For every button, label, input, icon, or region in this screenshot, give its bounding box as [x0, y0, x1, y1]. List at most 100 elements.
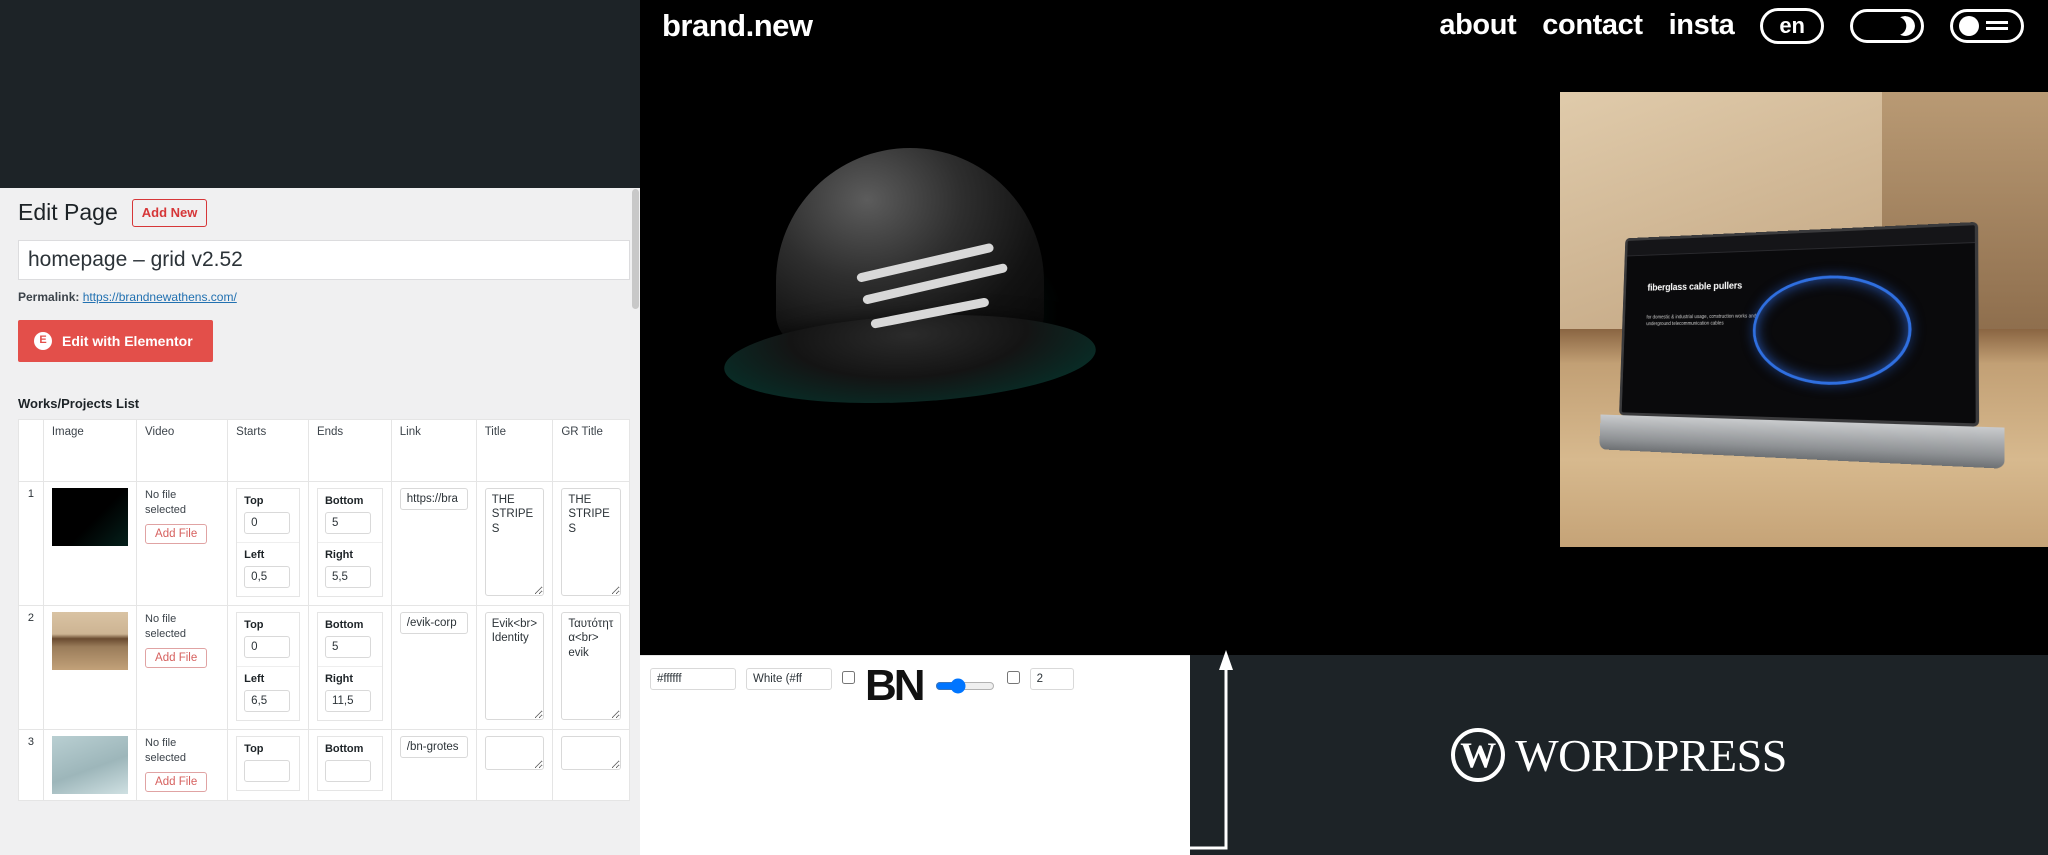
label-bottom: Bottom [324, 494, 364, 507]
column-header-ends: Ends [307, 418, 392, 482]
column-header-link: Link [390, 418, 477, 482]
image-thumbnail[interactable] [51, 487, 128, 546]
ends-bottom-input[interactable] [324, 635, 371, 658]
row-video-cell[interactable]: No file selected Add File [136, 728, 229, 801]
site-logo[interactable]: brand.new [662, 8, 813, 44]
option-b-checkbox[interactable] [1006, 671, 1020, 684]
starts-left-input[interactable] [244, 565, 291, 588]
row-title-cell: THE STRIPES [475, 480, 554, 606]
add-file-button[interactable]: Add File [145, 771, 208, 792]
quantity-field [1029, 668, 1074, 690]
starts-left-input[interactable] [244, 689, 291, 712]
option-a-checkbox[interactable] [842, 671, 855, 684]
add-file-button[interactable]: Add File [145, 647, 208, 668]
starts-top-input[interactable] [244, 759, 291, 782]
laptop-screen-body: for domestic & industrial usage, constru… [1646, 313, 1757, 327]
starts-top-input[interactable] [244, 511, 291, 534]
row-ends-cell: Bottom [307, 728, 392, 801]
title-textarea[interactable] [484, 735, 545, 770]
starts-top-input[interactable] [244, 635, 291, 658]
gr-title-textarea[interactable] [561, 735, 621, 770]
link-input[interactable] [399, 735, 468, 758]
wordpress-wordmark: WORDPRESS [1515, 729, 1787, 781]
admin-scrollbar-thumb[interactable] [632, 189, 639, 309]
ends-right-input[interactable] [324, 689, 371, 712]
page-title: Edit Page [18, 199, 118, 225]
permalink-row: Permalink: https://brandnewathens.com/ [18, 290, 630, 304]
permalink-link[interactable]: https://brandnewathens.com/ [83, 290, 237, 304]
nav-link-contact[interactable]: contact [1542, 9, 1643, 42]
label-right: Right [324, 672, 354, 685]
nav-link-about[interactable]: about [1439, 9, 1516, 42]
no-file-text: No file selected [145, 488, 187, 516]
ends-right-field: Right [318, 667, 382, 720]
color-name-input[interactable] [746, 668, 832, 690]
image-thumbnail[interactable] [51, 611, 128, 670]
edit-with-elementor-button[interactable]: E Edit with Elementor [18, 319, 213, 362]
row-video-cell[interactable]: No file selected Add File [136, 604, 229, 730]
row-image-cell[interactable] [42, 480, 138, 606]
nav-link-insta[interactable]: insta [1669, 9, 1735, 42]
row-starts-cell: Top [227, 728, 309, 801]
post-title-input[interactable] [18, 239, 630, 280]
column-header-image: Image [42, 418, 138, 482]
table-row[interactable]: 2 No file selected Add File Top 0 Left 6… [18, 604, 630, 730]
title-textarea[interactable]: Evik<br> Identity [484, 611, 545, 720]
checkbox-b-field [1006, 668, 1020, 689]
color-hex-input[interactable] [650, 668, 736, 690]
table-row[interactable]: 1 No file selected Add File Top 0 Left 0… [18, 480, 630, 606]
no-file-text: No file selected [145, 736, 187, 764]
color-hex-field [650, 668, 736, 690]
moon-icon [1895, 15, 1915, 36]
starts-top-field: Top [237, 613, 299, 667]
logo-preview: BN [865, 661, 926, 710]
ends-bottom-field: Bottom [317, 613, 382, 667]
row-index: 2 [18, 604, 44, 730]
link-input[interactable] [399, 611, 468, 634]
works-projects-table: Image Video Starts Ends Link Title GR Ti… [18, 418, 630, 801]
image-thumbnail[interactable] [51, 735, 128, 794]
laptop-screen-graphic [1751, 273, 1913, 386]
hero-image-laptop[interactable]: fiberglass cable pullers for domestic & … [1560, 92, 2048, 547]
row-link-cell [390, 728, 477, 801]
add-new-button[interactable]: Add New [131, 199, 208, 227]
opacity-range-slider[interactable] [934, 678, 995, 694]
gr-title-textarea[interactable]: Ταυτότητα<br> evik [561, 611, 621, 720]
add-file-button[interactable]: Add File [145, 523, 208, 544]
quantity-input[interactable] [1029, 668, 1074, 690]
row-ends-cell: Bottom Right [307, 480, 392, 606]
nav-links: about contact insta en [1439, 8, 2024, 44]
menu-lines-icon [1986, 21, 2008, 31]
row-link-cell [390, 604, 477, 730]
admin-extra-fields-strip: BN [640, 655, 1190, 855]
edit-page-wrap: Edit Page Add New Permalink: https://bra… [0, 188, 640, 801]
ends-right-input[interactable] [324, 565, 371, 588]
column-header-handle [18, 418, 44, 482]
label-top: Top [244, 742, 264, 755]
row-index: 3 [18, 728, 44, 801]
wordpress-logo: WORDPRESS [1451, 728, 1787, 782]
theme-toggle[interactable] [1850, 8, 1924, 43]
row-image-cell[interactable] [42, 604, 138, 730]
table-row[interactable]: 3 No file selected Add File Top Bottom /… [18, 728, 630, 801]
language-switcher[interactable]: en [1760, 8, 1824, 44]
gr-title-textarea[interactable]: THE STRIPES [561, 487, 621, 596]
label-bottom: Bottom [324, 618, 364, 631]
laptop-mockup: fiberglass cable pullers for domestic & … [1599, 221, 2005, 468]
ends-bottom-input[interactable] [324, 759, 371, 782]
site-hero: fiberglass cable pullers for domestic & … [640, 52, 2048, 655]
ends-bottom-input[interactable] [324, 511, 371, 534]
label-bottom: Bottom [324, 742, 364, 755]
row-video-cell[interactable]: No file selected Add File [136, 480, 229, 606]
label-top: Top [244, 618, 264, 631]
title-textarea[interactable]: THE STRIPES [484, 487, 545, 596]
row-image-cell[interactable] [42, 728, 138, 801]
checkbox-a-field [842, 668, 855, 689]
hero-image-hat[interactable] [685, 52, 1135, 502]
menu-toggle[interactable] [1950, 8, 2024, 43]
row-link-cell [390, 480, 477, 606]
admin-scrollbar[interactable] [631, 188, 640, 855]
page-header: Edit Page Add New [10, 188, 630, 232]
link-input[interactable] [399, 487, 468, 510]
site-navigation: brand.new about contact insta en [640, 0, 2048, 52]
